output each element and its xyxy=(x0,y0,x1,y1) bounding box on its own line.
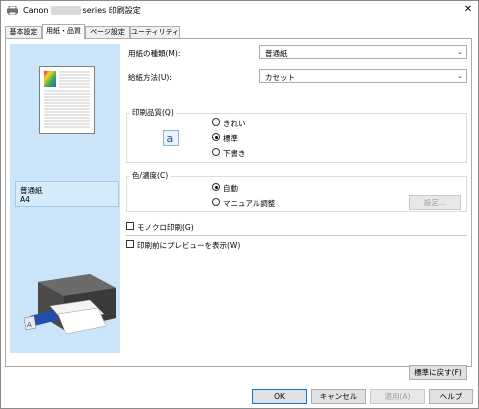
media-type-value: 普通紙 xyxy=(265,49,288,58)
grayscale-label: モノクロ印刷(G) xyxy=(137,223,194,232)
tab-utility[interactable]: ユーティリティ xyxy=(130,26,180,38)
redacted-model-name xyxy=(50,6,81,15)
help-button[interactable]: ヘルプ xyxy=(429,389,473,404)
quality-draft-radio[interactable] xyxy=(212,148,220,156)
svg-text:A: A xyxy=(27,321,32,329)
printer-illustration-icon: A xyxy=(23,274,116,335)
page-size-summary: A4 xyxy=(20,195,30,204)
divider xyxy=(126,235,467,236)
title-bar: Canon series 印刷設定 ✕ xyxy=(1,1,478,21)
print-settings-window: Canon series 印刷設定 ✕ 基本設定 用紙・品質 ページ設定 ユーティ… xyxy=(0,0,479,409)
media-summary: 普通紙 A4 xyxy=(15,181,119,207)
paper-source-value: カセット xyxy=(265,73,295,82)
apply-button[interactable]: 適用(A) xyxy=(370,389,425,404)
quality-standard-radio[interactable] xyxy=(212,133,220,141)
tab-basic-settings[interactable]: 基本設定 xyxy=(5,26,42,38)
color-manual-label: マニュアル調整 xyxy=(223,199,276,208)
chevron-down-icon: ⌄ xyxy=(457,72,463,80)
title-brand: Canon xyxy=(23,6,49,15)
paper-source-label: 給紙方法(U): xyxy=(128,73,172,82)
preview-before-print-label: 印刷前にプレビューを表示(W) xyxy=(137,241,241,250)
color-intensity-title: 色/濃度(C) xyxy=(130,170,171,181)
print-quality-letter: a xyxy=(167,132,174,145)
cancel-button[interactable]: キャンセル xyxy=(311,389,366,404)
quality-draft-label: 下書き xyxy=(223,149,246,158)
title-suffix: series 印刷設定 xyxy=(82,6,141,15)
tab-paper-quality[interactable]: 用紙・品質 xyxy=(42,24,85,39)
quality-high-label: きれい xyxy=(223,119,246,128)
quality-high-radio[interactable] xyxy=(212,118,220,126)
paper-preview-icon xyxy=(39,66,95,134)
window-title: Canon series 印刷設定 xyxy=(23,5,141,16)
preview-before-print-checkbox[interactable] xyxy=(126,240,134,248)
chevron-down-icon: ⌄ xyxy=(457,48,463,56)
color-settings-button[interactable]: 設定... xyxy=(409,195,461,210)
media-type-select[interactable]: 普通紙 ⌄ xyxy=(259,45,467,59)
ok-button[interactable]: OK xyxy=(252,389,307,404)
print-quality-title: 印刷品質(Q) xyxy=(130,107,176,118)
color-auto-label: 自動 xyxy=(223,184,238,193)
quality-standard-label: 標準 xyxy=(223,134,238,143)
media-type-label: 用紙の種類(M): xyxy=(128,49,181,58)
grayscale-checkbox[interactable] xyxy=(126,222,134,230)
paper-source-select[interactable]: カセット ⌄ xyxy=(259,69,467,83)
color-manual-radio[interactable] xyxy=(212,198,220,206)
defaults-button[interactable]: 標準に戻す(F) xyxy=(409,365,467,380)
settings-preview: 普通紙 A4 A xyxy=(10,44,120,353)
printer-app-icon xyxy=(7,6,18,15)
color-auto-radio[interactable] xyxy=(212,183,220,191)
tab-page-setup[interactable]: ページ設定 xyxy=(85,26,130,38)
print-quality-icon: a xyxy=(163,130,179,146)
close-icon[interactable]: ✕ xyxy=(460,2,476,18)
paper-preview-graphic xyxy=(44,71,90,128)
